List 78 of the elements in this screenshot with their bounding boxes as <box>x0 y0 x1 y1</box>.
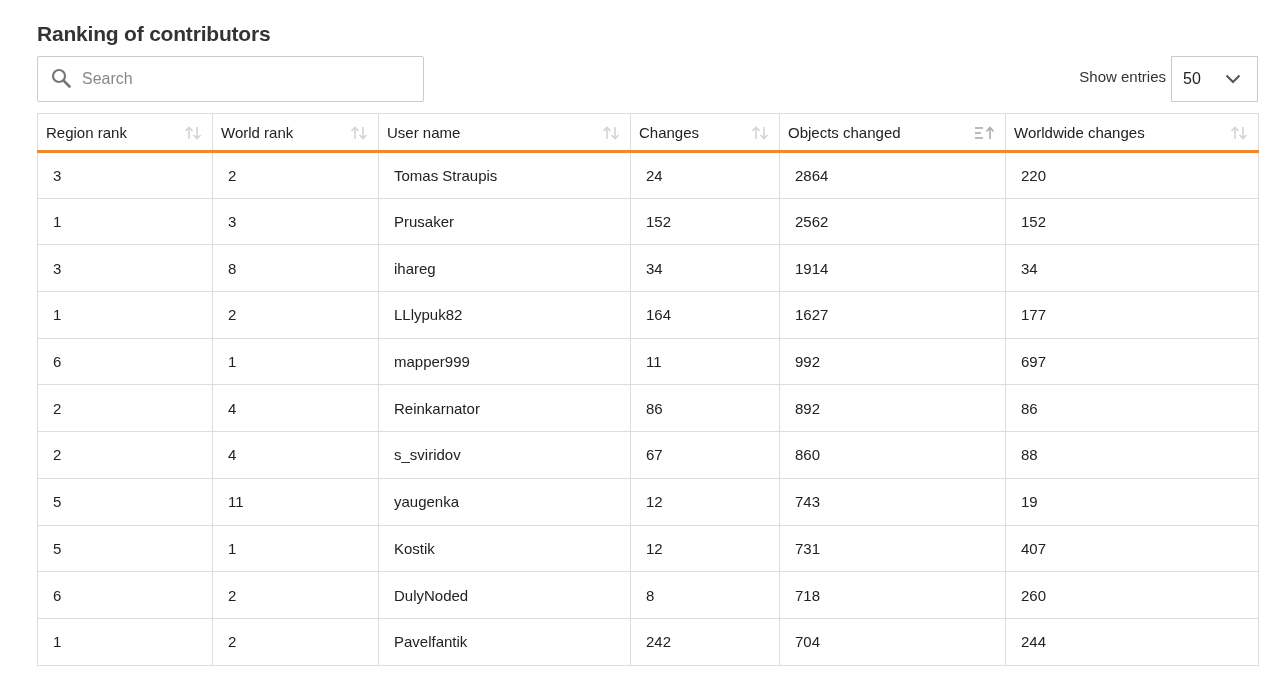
column-header[interactable]: Region rank <box>37 113 213 152</box>
table-cell: LLlypuk82 <box>394 306 463 324</box>
table-cell: 697 <box>1021 353 1047 371</box>
column-header[interactable]: World rank <box>212 113 379 152</box>
table-cell: 5 <box>53 493 62 511</box>
table-cell: 34 <box>1021 259 1038 277</box>
table-cell: 152 <box>1021 213 1047 231</box>
table-cell: Kostik <box>394 539 435 557</box>
table-cell: 731 <box>795 539 821 557</box>
table-cell: DulyNoded <box>394 586 469 604</box>
table-cell: 6 <box>53 586 62 604</box>
table-cell: yaugenka <box>394 493 460 511</box>
page-title: Ranking of contributors <box>37 22 272 46</box>
table-cell: Tomas Straupis <box>394 166 498 184</box>
table-cell: 8 <box>228 259 237 277</box>
table-cell: 1914 <box>795 259 829 277</box>
table-cell: 24 <box>646 166 663 184</box>
table-cell: 8 <box>646 586 655 604</box>
search-icon <box>51 68 71 88</box>
table-cell: 2562 <box>795 213 829 231</box>
table-cell: 11 <box>646 353 662 371</box>
table-cell: 220 <box>1021 166 1047 184</box>
table-cell: s_sviridov <box>394 446 461 464</box>
table-cell: 2 <box>228 586 237 604</box>
table-cell: Pavelfantik <box>394 633 468 651</box>
table-cell: 1 <box>53 213 62 231</box>
table-cell: 704 <box>795 633 821 651</box>
table-cell: 1 <box>53 633 62 651</box>
table-cell: 86 <box>646 399 663 417</box>
table-cell: 177 <box>1021 306 1047 324</box>
table-cell: 242 <box>646 633 672 651</box>
table-cell: 12 <box>646 493 663 511</box>
table-cell: 11 <box>228 493 244 511</box>
table-cell: 2 <box>53 399 62 417</box>
table-cell: 67 <box>646 446 663 464</box>
column-header[interactable]: Worldwide changes <box>1005 113 1259 152</box>
table-cell: 1 <box>53 306 62 324</box>
table-cell: 1 <box>228 353 237 371</box>
table-cell: 4 <box>228 399 237 417</box>
column-header[interactable]: Changes <box>630 113 780 152</box>
table-cell: 3 <box>228 213 237 231</box>
table-cell: 2 <box>228 306 237 324</box>
chevron-icon <box>1225 74 1241 84</box>
table-cell: Prusaker <box>394 213 455 231</box>
column-header[interactable]: User name <box>378 113 631 152</box>
table-cell: 12 <box>646 539 663 557</box>
table-cell: 19 <box>1021 493 1038 511</box>
table-cell: mapper999 <box>394 353 470 371</box>
table-cell: 992 <box>795 353 821 371</box>
table-cell: 407 <box>1021 539 1047 557</box>
table-cell: Reinkarnator <box>394 399 480 417</box>
table-cell: 34 <box>646 259 663 277</box>
table-cell: 5 <box>53 539 62 557</box>
table-cell: 88 <box>1021 446 1038 464</box>
table-cell: 718 <box>795 586 821 604</box>
table-cell: 152 <box>646 213 672 231</box>
table-cell: 6 <box>53 353 62 371</box>
table-cell: 164 <box>646 306 672 324</box>
show-entries-label: Show entries <box>1079 68 1166 85</box>
table-cell: 260 <box>1021 586 1047 604</box>
search-field[interactable]: Search <box>37 56 424 102</box>
table-cell: 2 <box>53 446 62 464</box>
table-cell: 244 <box>1021 633 1047 651</box>
table-cell: 4 <box>228 446 237 464</box>
table-cell: ihareg <box>394 259 436 277</box>
table-cell: 2864 <box>795 166 829 184</box>
table-cell: 860 <box>795 446 821 464</box>
table-cell: 2 <box>228 633 237 651</box>
table-cell: 892 <box>795 399 821 417</box>
table-cell: 743 <box>795 493 821 511</box>
column-header[interactable]: Objects changed <box>779 113 1006 152</box>
table-cell: 1627 <box>795 306 829 324</box>
table-cell: 86 <box>1021 399 1038 417</box>
table-cell: 2 <box>228 166 237 184</box>
table-cell: 1 <box>228 539 237 557</box>
entries-select[interactable]: 50 <box>1171 56 1258 102</box>
table-cell: 3 <box>53 259 62 277</box>
table-cell: 3 <box>53 166 62 184</box>
